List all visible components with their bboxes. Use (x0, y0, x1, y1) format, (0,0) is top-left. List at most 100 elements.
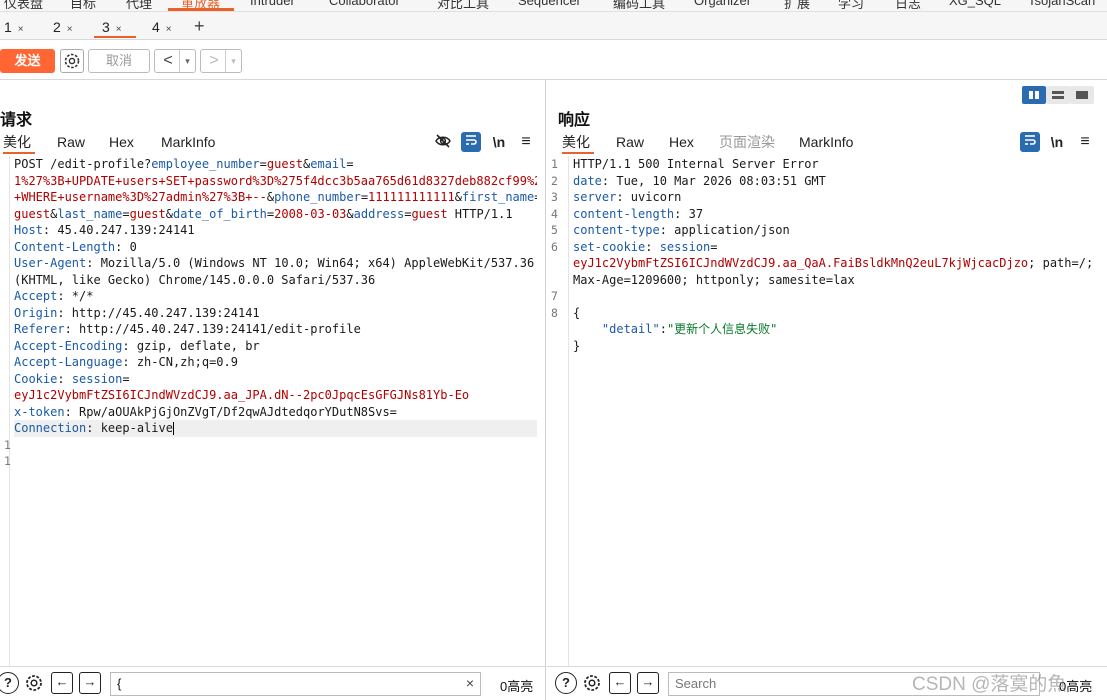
send-button[interactable]: 发送 (0, 49, 55, 73)
close-icon[interactable]: × (116, 24, 122, 35)
menu-logger[interactable]: 日志 (895, 0, 921, 11)
code-line: "detail":"更新个人信息失败" (573, 321, 1099, 338)
code-key: Connection (14, 421, 87, 435)
eye-off-icon[interactable] (433, 132, 453, 152)
search-settings-button[interactable] (581, 672, 603, 694)
split-vertical-icon[interactable] (1022, 86, 1046, 104)
code-text: & (346, 206, 354, 221)
code-text: = (534, 190, 537, 204)
back-arrow-button[interactable]: < (157, 50, 179, 72)
next-match-button[interactable]: → (637, 672, 659, 694)
tab-raw[interactable]: Raw (616, 132, 644, 154)
clear-search-icon[interactable]: × (466, 675, 474, 691)
line-number: 1 (551, 157, 558, 171)
request-editor[interactable]: 11 POST /edit-profile?employee_number=gu… (0, 156, 545, 666)
gear-icon (584, 675, 600, 691)
newline-icon[interactable]: \n (489, 132, 509, 152)
tab-markinfo[interactable]: MarkInfo (799, 132, 853, 154)
cancel-button[interactable]: 取消 (88, 49, 150, 73)
close-icon[interactable]: × (67, 24, 73, 35)
help-icon[interactable]: ? (555, 672, 577, 694)
help-icon[interactable]: ? (0, 672, 19, 694)
back-nav-group: < ▾ (154, 49, 196, 73)
search-settings-button[interactable] (23, 672, 45, 694)
tab-hex[interactable]: Hex (669, 132, 694, 154)
repeater-tab-4[interactable]: 4 × (152, 16, 172, 38)
menu-sequencer[interactable]: Sequencer (518, 0, 581, 8)
menu-proxy[interactable]: 代理 (126, 0, 152, 11)
line-number: 6 (551, 239, 558, 254)
close-icon[interactable]: × (18, 24, 24, 35)
add-tab-button[interactable]: + (194, 16, 205, 38)
newline-icon[interactable]: \n (1047, 132, 1067, 152)
repeater-toolbar: 发送 取消 < ▾ > ▾ (0, 40, 1107, 80)
settings-button[interactable] (60, 49, 84, 73)
menu-comparer[interactable]: 对比工具 (437, 0, 489, 11)
menu-learn[interactable]: 学习 (838, 0, 864, 11)
wrap-icon[interactable] (1020, 132, 1040, 152)
tab-label: 3 (102, 19, 110, 35)
repeater-tab-3[interactable]: 3 × (94, 16, 136, 38)
tab-pretty[interactable]: 美化 (3, 132, 35, 154)
tab-render[interactable]: 页面渲染 (719, 132, 775, 154)
tab-raw[interactable]: Raw (57, 132, 85, 154)
menu-decoder[interactable]: 编码工具 (613, 0, 665, 11)
split-horizontal-icon[interactable] (1046, 86, 1070, 104)
code-text: HTTP/1.1 500 Internal Server Error (573, 157, 819, 171)
code-text: : gzip, deflate, br (122, 338, 260, 353)
line-number (0, 371, 9, 388)
code-line: Accept-Encoding: gzip, deflate, br (14, 338, 537, 355)
code-value: guest (129, 206, 166, 221)
menu-tsojanscan[interactable]: TsojanScan (1028, 0, 1095, 8)
tab-label: 4 (152, 19, 160, 35)
response-editor[interactable]: 1 2 3 4 5 6 7 8 HTTP/1.1 500 Internal Server Er… (547, 156, 1107, 666)
repeater-tab-1[interactable]: 1 × (4, 16, 24, 38)
menu-collaborator[interactable]: Collaborator (329, 0, 400, 8)
line-number: 8 (551, 305, 558, 320)
request-search-input[interactable]: { × (110, 672, 481, 696)
line-number (0, 255, 9, 272)
code-line: (KHTML, like Gecko) Chrome/145.0.0.0 Saf… (14, 272, 537, 289)
wrap-icon[interactable] (461, 132, 481, 152)
code-key: email (310, 157, 347, 171)
tab-pretty[interactable]: 美化 (562, 132, 594, 154)
code-text: Max-Age=1209600; httponly; samesite=lax (573, 272, 855, 287)
menu-xg-sql[interactable]: XG_SQL (949, 0, 1001, 8)
code-text: : http://45.40.247.139:24141 (57, 305, 260, 320)
tab-hex[interactable]: Hex (109, 132, 134, 154)
code-text: : 37 (674, 206, 704, 221)
request-content[interactable]: POST /edit-profile?employee_number=guest… (14, 156, 537, 470)
next-match-button[interactable]: → (79, 672, 101, 694)
forward-arrow-button[interactable]: > (203, 50, 225, 72)
response-content[interactable]: HTTP/1.1 500 Internal Server Error date: … (573, 156, 1099, 354)
forward-history-dropdown[interactable]: ▾ (225, 50, 241, 72)
code-text: : (57, 371, 72, 386)
code-text: = (122, 206, 130, 221)
line-number (0, 404, 9, 421)
code-value: guest (266, 157, 304, 171)
menu-extensions[interactable]: 扩展 (784, 0, 810, 11)
code-text: : (645, 239, 660, 254)
line-number: 3 (551, 190, 558, 204)
previous-match-button[interactable]: ← (51, 672, 73, 694)
previous-match-button[interactable]: ← (609, 672, 631, 694)
repeater-tab-2[interactable]: 2 × (53, 16, 73, 38)
close-icon[interactable]: × (166, 24, 172, 35)
response-title: 响应 (558, 112, 591, 129)
back-history-dropdown[interactable]: ▾ (179, 50, 195, 72)
menu-dashboard[interactable]: 仪表盘 (4, 0, 43, 11)
menu-icon[interactable]: ≡ (516, 132, 536, 152)
menu-organizer[interactable]: Organizer (694, 0, 751, 8)
highlight-count: 0高亮 (500, 679, 534, 694)
menu-icon[interactable]: ≡ (1075, 132, 1095, 152)
tab-markinfo[interactable]: MarkInfo (161, 132, 215, 154)
code-key: Origin (14, 305, 58, 320)
single-pane-icon[interactable] (1070, 86, 1094, 104)
line-number: 1 (4, 454, 11, 468)
menu-intruder[interactable]: Intruder (250, 0, 295, 8)
gear-icon (64, 53, 80, 69)
code-text: : zh-CN,zh;q=0.9 (122, 355, 238, 369)
menu-target[interactable]: 目标 (70, 0, 96, 11)
forward-nav-group: > ▾ (200, 49, 242, 73)
